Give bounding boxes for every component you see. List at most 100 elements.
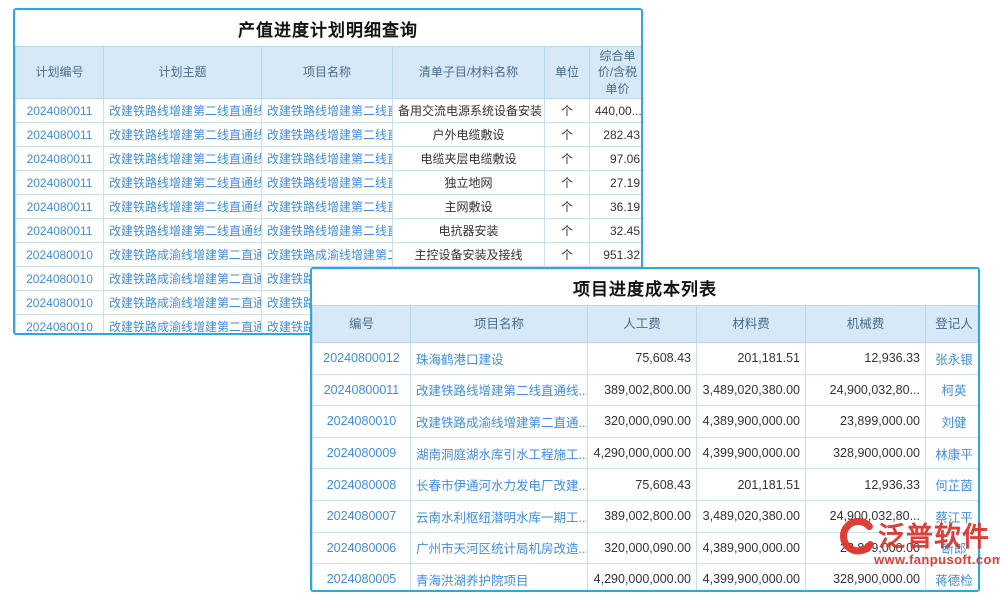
table-cell[interactable]: 张永银 (926, 343, 981, 375)
table-cell: 4,290,000,000.00 (588, 564, 697, 592)
table-cell: 个 (545, 171, 590, 195)
table-cell[interactable]: 2024080011 (16, 99, 104, 123)
table-row: 2024080011改建铁路线增建第二线直通线改建铁路线增建第二线直主网敷设个3… (16, 195, 644, 219)
table-cell[interactable]: 改建铁路线增建第二线直 (262, 123, 393, 147)
table-cell[interactable]: 改建铁路成渝线增建第二直通 (104, 243, 262, 267)
table-cell[interactable]: 改建铁路线增建第二线直通线 (104, 123, 262, 147)
table-cell: 24,900,032,80... (806, 374, 926, 406)
column-header-unit: 单位 (545, 47, 590, 99)
table-cell: 32.45 (590, 219, 644, 243)
table-cell[interactable]: 改建铁路线增建第二线直 (262, 219, 393, 243)
table-cell[interactable]: 2024080010 (16, 315, 104, 336)
table-cell: 12,936.33 (806, 469, 926, 501)
table-cell: 3,489,020,380.00 (697, 500, 806, 532)
table-cell[interactable]: 改建铁路线增建第二线直通线... (411, 374, 588, 406)
table-row: 2024080010改建铁路成渝线增建第二直通...320,000,090.00… (313, 406, 981, 438)
table-cell[interactable]: 改建铁路线增建第二线直 (262, 147, 393, 171)
table-cell: 主控设备安装及接线 (393, 243, 545, 267)
table-cell: 个 (545, 243, 590, 267)
table-cell: 75,608.43 (588, 469, 697, 501)
table-cell[interactable]: 改建铁路线增建第二线直通线 (104, 171, 262, 195)
table-cell: 36.19 (590, 195, 644, 219)
table-cell: 个 (545, 219, 590, 243)
table-cell: 个 (545, 99, 590, 123)
table-cell[interactable]: 2024080011 (16, 147, 104, 171)
table-cell[interactable]: 2024080010 (16, 267, 104, 291)
table-cell: 951.32 (590, 243, 644, 267)
table-cell: 328,900,000.00 (806, 437, 926, 469)
table-cell[interactable]: 2024080005 (313, 564, 411, 592)
plan-detail-table-header: 计划编号 计划主题 项目名称 清单子目/材料名称 单位 综合单价/含税单价 (16, 47, 644, 99)
table-cell[interactable]: 广州市天河区统计局机房改造... (411, 532, 588, 564)
table-cell[interactable]: 20240800011 (313, 374, 411, 406)
table-row: 2024080008长春市伊通河水力发电厂改建...75,608.43201,1… (313, 469, 981, 501)
table-cell[interactable]: 2024080006 (313, 532, 411, 564)
table-cell[interactable]: 2024080010 (16, 243, 104, 267)
table-cell: 389,002,800.00 (588, 374, 697, 406)
table-cell[interactable]: 改建铁路线增建第二线直通线 (104, 195, 262, 219)
table-cell[interactable]: 珠海鹤港口建设 (411, 343, 588, 375)
table-cell[interactable]: 改建铁路线增建第二线直 (262, 99, 393, 123)
table-row: 20240800011改建铁路线增建第二线直通线...389,002,800.0… (313, 374, 981, 406)
table-cell[interactable]: 柯英 (926, 374, 981, 406)
table-cell: 个 (545, 195, 590, 219)
table-cell[interactable]: 20240800012 (313, 343, 411, 375)
table-row: 2024080011改建铁路线增建第二线直通线改建铁路线增建第二线直户外电缆敷设… (16, 123, 644, 147)
table-row: 2024080011改建铁路线增建第二线直通线改建铁路线增建第二线直备用交流电源… (16, 99, 644, 123)
table-cell: 201,181.51 (697, 469, 806, 501)
table-cell[interactable]: 改建铁路成渝线增建第二直通 (104, 291, 262, 315)
column-header-registrant: 登记人 (926, 306, 981, 343)
project-cost-window-title: 项目进度成本列表 (312, 269, 978, 305)
table-cell: 282.43 (590, 123, 644, 147)
table-cell[interactable]: 何芷茵 (926, 469, 981, 501)
fanpu-logo-text: 泛普软件 (878, 524, 990, 551)
table-cell: 4,389,900,000.00 (697, 406, 806, 438)
column-header-project-name: 项目名称 (411, 306, 588, 343)
table-cell: 4,389,900,000.00 (697, 532, 806, 564)
column-header-project-name: 项目名称 (262, 47, 393, 99)
table-cell[interactable]: 长春市伊通河水力发电厂改建... (411, 469, 588, 501)
column-header-id: 编号 (313, 306, 411, 343)
table-cell[interactable]: 云南水利枢纽潜明水库一期工... (411, 500, 588, 532)
table-cell[interactable]: 2024080008 (313, 469, 411, 501)
table-cell: 75,608.43 (588, 343, 697, 375)
table-cell[interactable]: 改建铁路成渝线增建第二直通 (104, 267, 262, 291)
column-header-plan-subject: 计划主题 (104, 47, 262, 99)
table-cell: 备用交流电源系统设备安装 (393, 99, 545, 123)
column-header-list-item-material: 清单子目/材料名称 (393, 47, 545, 99)
table-cell[interactable]: 湖南洞庭湖水库引水工程施工... (411, 437, 588, 469)
table-cell[interactable]: 刘健 (926, 406, 981, 438)
table-cell[interactable]: 2024080010 (16, 291, 104, 315)
table-cell: 主网敷设 (393, 195, 545, 219)
table-cell[interactable]: 青海洪湖养护院项目 (411, 564, 588, 592)
table-cell[interactable]: 改建铁路成渝线增建第二 (262, 243, 393, 267)
column-header-machinery-cost: 机械费 (806, 306, 926, 343)
table-cell[interactable]: 改建铁路成渝线增建第二直通 (104, 315, 262, 336)
table-cell[interactable]: 改建铁路线增建第二线直通线 (104, 219, 262, 243)
column-header-composite-price: 综合单价/含税单价 (590, 47, 644, 99)
table-cell[interactable]: 改建铁路线增建第二线直通线 (104, 147, 262, 171)
table-cell: 12,936.33 (806, 343, 926, 375)
table-cell: 440,00... (590, 99, 644, 123)
table-cell[interactable]: 2024080011 (16, 123, 104, 147)
table-cell[interactable]: 改建铁路线增建第二线直通线 (104, 99, 262, 123)
table-cell: 个 (545, 123, 590, 147)
table-row: 2024080011改建铁路线增建第二线直通线改建铁路线增建第二线直电抗器安装个… (16, 219, 644, 243)
table-cell[interactable]: 改建铁路线增建第二线直 (262, 171, 393, 195)
fanpu-logo-icon (838, 518, 876, 556)
column-header-plan-id: 计划编号 (16, 47, 104, 99)
table-cell[interactable]: 2024080009 (313, 437, 411, 469)
table-cell[interactable]: 2024080007 (313, 500, 411, 532)
table-cell: 23,899,000.00 (806, 406, 926, 438)
table-row: 2024080011改建铁路线增建第二线直通线改建铁路线增建第二线直独立地网个2… (16, 171, 644, 195)
table-cell[interactable]: 2024080011 (16, 195, 104, 219)
table-cell[interactable]: 2024080011 (16, 171, 104, 195)
table-cell[interactable]: 改建铁路成渝线增建第二直通... (411, 406, 588, 438)
table-cell[interactable]: 林康平 (926, 437, 981, 469)
table-cell: 389,002,800.00 (588, 500, 697, 532)
table-cell[interactable]: 改建铁路线增建第二线直 (262, 195, 393, 219)
table-cell: 201,181.51 (697, 343, 806, 375)
table-cell[interactable]: 2024080011 (16, 219, 104, 243)
project-cost-table-header: 编号 项目名称 人工费 材料费 机械费 登记人 (313, 306, 981, 343)
table-cell[interactable]: 2024080010 (313, 406, 411, 438)
